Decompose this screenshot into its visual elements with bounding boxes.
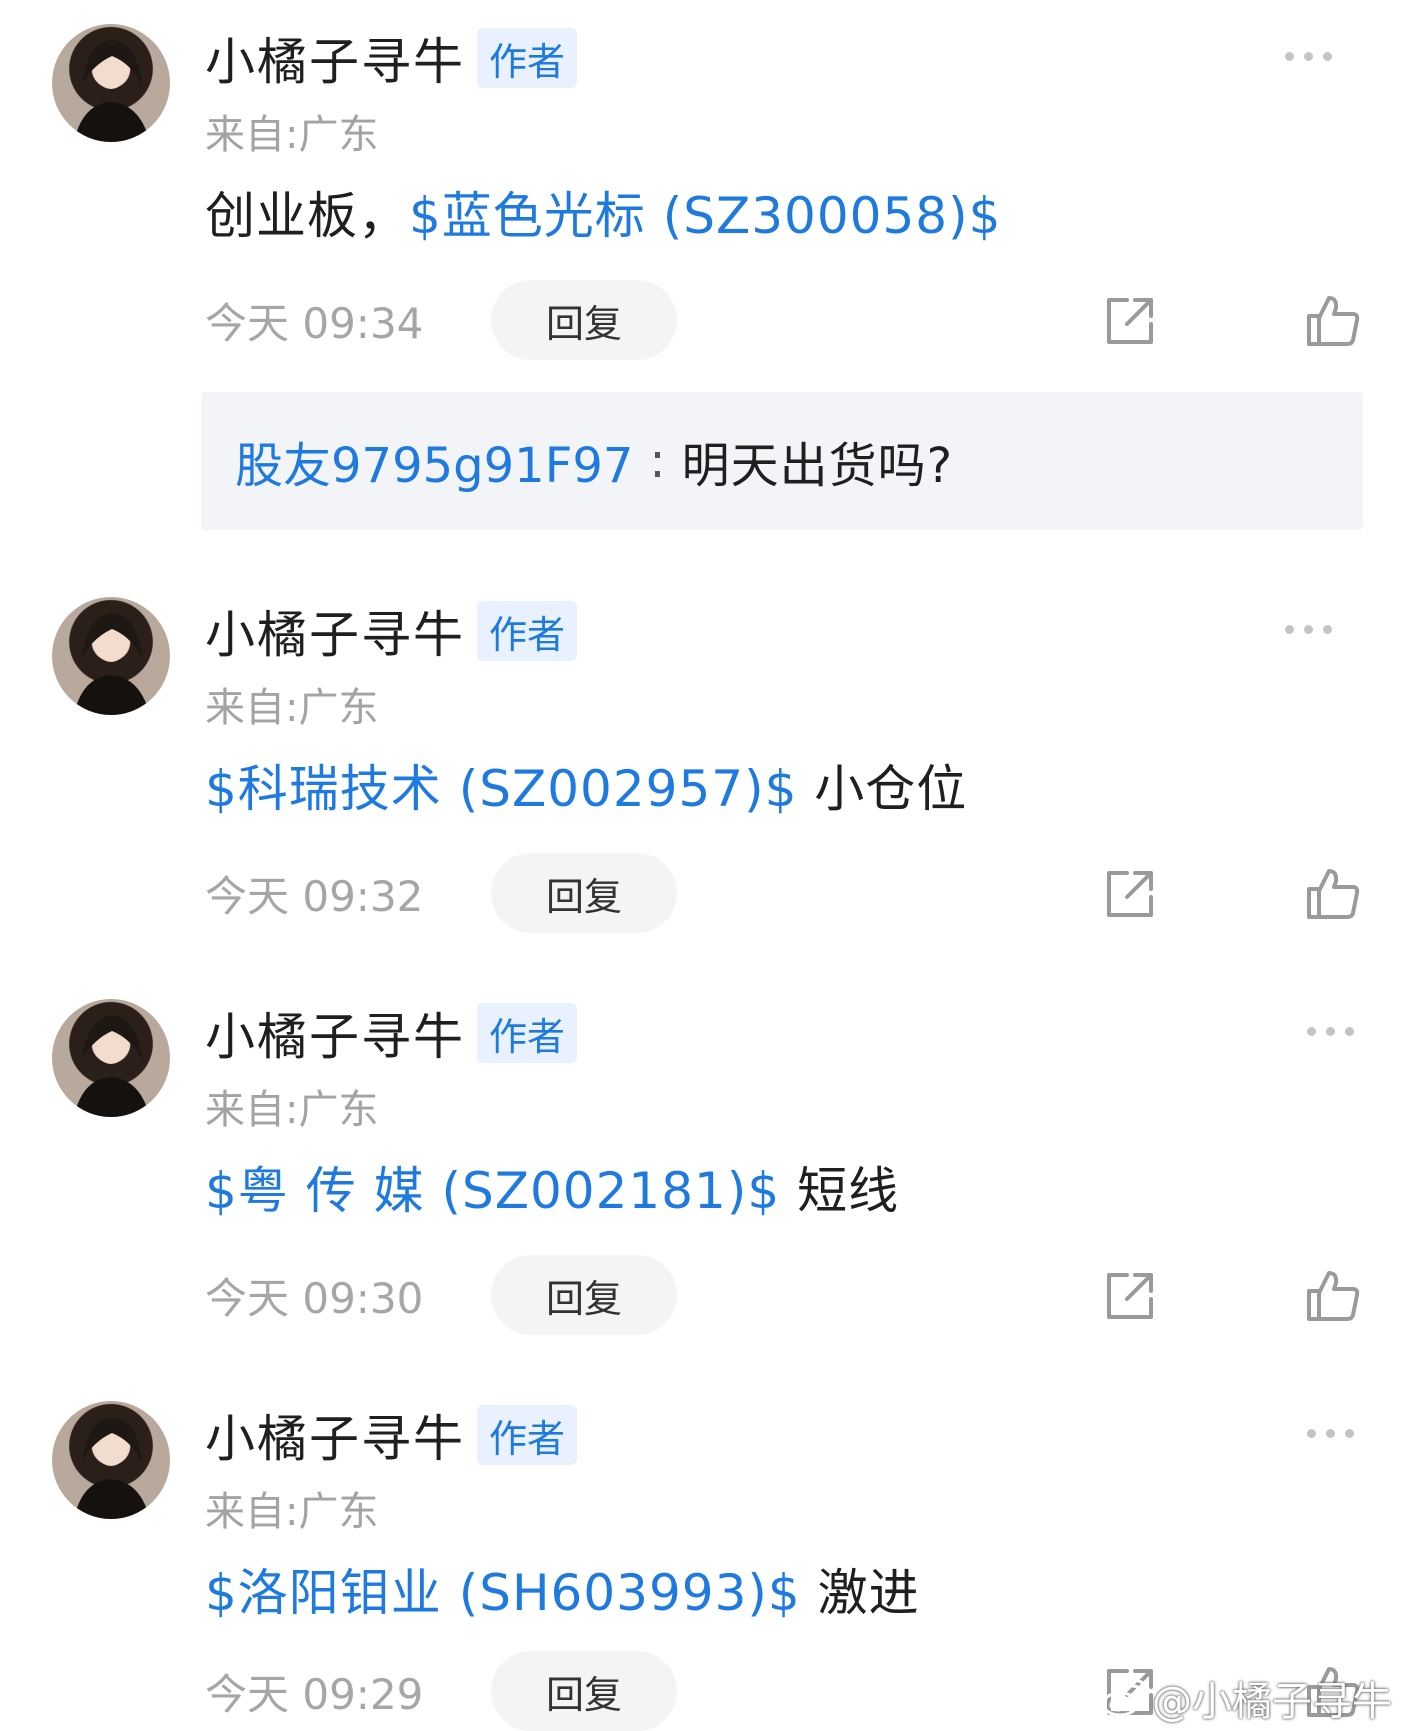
name-row: 小橘子寻牛 作者 xyxy=(205,28,578,91)
username[interactable]: 小橘子寻牛 xyxy=(205,997,465,1069)
avatar[interactable] xyxy=(52,1401,170,1519)
sub-reply-separator: : xyxy=(649,433,666,489)
more-icon[interactable] xyxy=(1285,625,1332,634)
comment-text-suffix: 小仓位 xyxy=(797,760,968,818)
share-icon[interactable] xyxy=(1103,1269,1157,1323)
more-icon[interactable] xyxy=(1307,1027,1354,1036)
name-row: 小橘子寻牛 作者 xyxy=(205,1405,578,1468)
timestamp: 今天 09:32 xyxy=(205,871,424,921)
username[interactable]: 小橘子寻牛 xyxy=(205,22,465,94)
timestamp: 今天 09:30 xyxy=(205,1273,424,1323)
location-text: 来自:广东 xyxy=(205,685,379,731)
avatar[interactable] xyxy=(52,24,170,142)
like-icon[interactable] xyxy=(1305,1267,1361,1323)
like-icon[interactable] xyxy=(1305,865,1361,921)
weibo-logo-icon xyxy=(1101,1678,1148,1717)
name-row: 小橘子寻牛 作者 xyxy=(205,1003,578,1066)
comment-text-prefix: 创业板， xyxy=(205,187,409,245)
watermark-text: @小橘子寻牛 xyxy=(1152,1679,1392,1725)
more-icon[interactable] xyxy=(1285,52,1332,61)
location-text: 来自:广东 xyxy=(205,1087,379,1133)
reply-button[interactable]: 回复 xyxy=(491,853,677,933)
reply-button[interactable]: 回复 xyxy=(491,1651,677,1731)
location-text: 来自:广东 xyxy=(205,1489,379,1535)
comment-text: $科瑞技术 (SZ002957)$ 小仓位 xyxy=(205,749,967,821)
comment-text: $粤 传 媒 (SZ002181)$ 短线 xyxy=(205,1151,899,1223)
stock-link[interactable]: $洛阳钼业 (SH603993)$ xyxy=(205,1564,801,1622)
more-icon[interactable] xyxy=(1307,1429,1354,1438)
watermark: @小橘子寻牛 xyxy=(1100,1670,1392,1726)
sub-reply-user[interactable]: 股友9795g91F97 xyxy=(235,426,633,496)
comment-meta: 今天 09:30 回复 xyxy=(205,1255,1365,1335)
comment-text-suffix: 短线 xyxy=(780,1162,900,1220)
comment-meta: 今天 09:32 回复 xyxy=(205,853,1365,933)
sub-reply-text: 明天出货吗? xyxy=(681,438,954,494)
author-badge: 作者 xyxy=(477,28,578,88)
name-row: 小橘子寻牛 作者 xyxy=(205,601,578,664)
comment-meta: 今天 09:34 回复 xyxy=(205,280,1365,360)
avatar[interactable] xyxy=(52,597,170,715)
comment-text: $洛阳钼业 (SH603993)$ 激进 xyxy=(205,1553,920,1625)
stock-link[interactable]: $科瑞技术 (SZ002957)$ xyxy=(205,760,797,818)
comment-text: 创业板，$蓝色光标 (SZ300058)$ xyxy=(205,176,1001,248)
stock-link[interactable]: $粤 传 媒 (SZ002181)$ xyxy=(205,1162,780,1220)
comment-item: 小橘子寻牛 作者 来自:广东 $科瑞技术 (SZ002957)$ 小仓位 今天 … xyxy=(0,597,1415,937)
location-text: 来自:广东 xyxy=(205,112,379,158)
sub-reply[interactable]: 股友9795g91F97 : 明天出货吗? xyxy=(201,392,1363,530)
author-badge: 作者 xyxy=(477,601,578,661)
share-icon[interactable] xyxy=(1103,294,1157,348)
comment-item: 小橘子寻牛 作者 来自:广东 $粤 传 媒 (SZ002181)$ 短线 今天 … xyxy=(0,999,1415,1339)
reply-button[interactable]: 回复 xyxy=(491,1255,677,1335)
comment-text-suffix: 激进 xyxy=(800,1564,920,1622)
reply-button[interactable]: 回复 xyxy=(491,280,677,360)
username[interactable]: 小橘子寻牛 xyxy=(205,595,465,667)
stock-link[interactable]: $蓝色光标 (SZ300058)$ xyxy=(409,187,1001,245)
author-badge: 作者 xyxy=(477,1003,578,1063)
username[interactable]: 小橘子寻牛 xyxy=(205,1399,465,1471)
share-icon[interactable] xyxy=(1103,867,1157,921)
like-icon[interactable] xyxy=(1305,292,1361,348)
avatar[interactable] xyxy=(52,999,170,1117)
timestamp: 今天 09:34 xyxy=(205,298,424,348)
author-badge: 作者 xyxy=(477,1405,578,1465)
timestamp: 今天 09:29 xyxy=(205,1669,424,1719)
